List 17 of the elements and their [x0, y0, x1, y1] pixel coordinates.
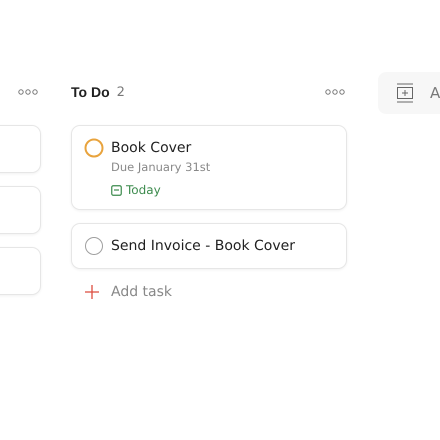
column-title: To Do	[71, 84, 110, 100]
more-icon[interactable]	[18, 89, 38, 95]
add-task-button[interactable]: Add task	[71, 282, 347, 302]
calendar-icon	[111, 184, 122, 196]
task-card[interactable]: Send Invoice - Book Cover	[71, 223, 347, 269]
due-date: Today	[126, 183, 161, 197]
plus-icon	[85, 285, 99, 299]
task-checkbox[interactable]	[84, 236, 104, 256]
task-title: Book Cover	[111, 139, 192, 158]
task-card[interactable]: Book Cover Due January 31st Today	[71, 125, 347, 210]
add-section-icon	[396, 83, 414, 103]
add-section-button[interactable]: A	[378, 72, 440, 114]
task-description: Due January 31st	[111, 160, 210, 174]
task-title: Send Invoice - Book Cover	[111, 237, 296, 256]
more-icon[interactable]	[325, 89, 345, 95]
task-checkbox[interactable]	[84, 138, 104, 158]
task-count: 2	[116, 84, 125, 100]
